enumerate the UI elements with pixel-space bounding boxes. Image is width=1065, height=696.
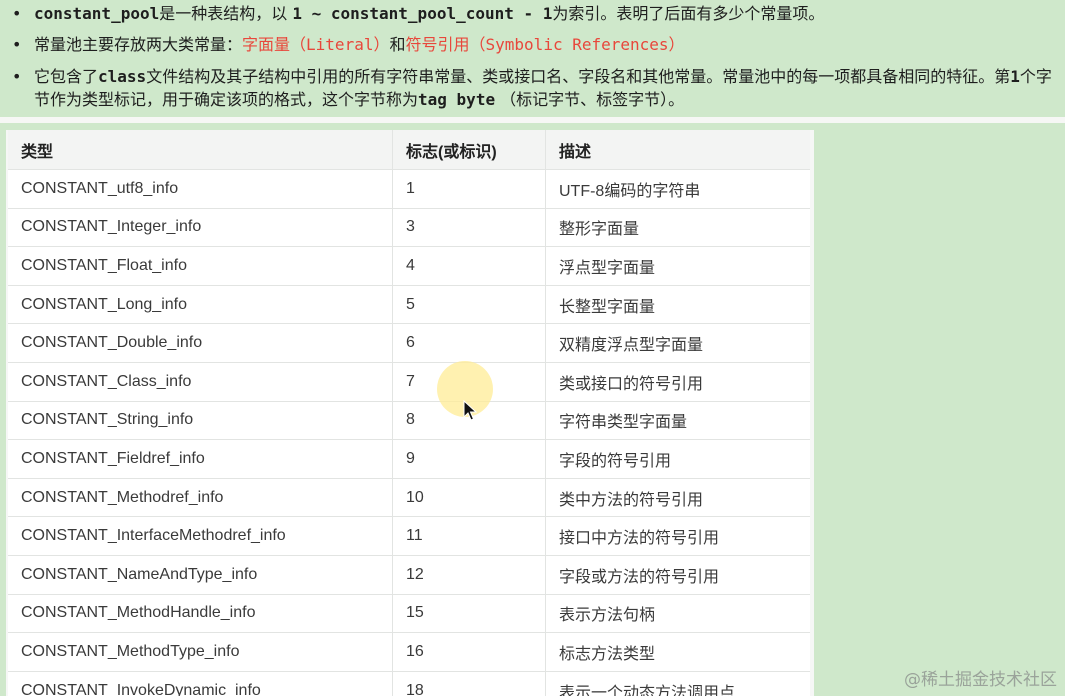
note-2-part: ） — [668, 35, 685, 54]
mouse-pointer-icon — [463, 399, 478, 426]
note-2-part: 和 — [389, 35, 406, 54]
cell-description: 表示方法句柄 — [545, 594, 810, 634]
table-row: CONSTANT_Methodref_info 10 类中方法的符号引用 — [8, 478, 810, 518]
cell-description: 浮点型字面量 — [545, 246, 810, 286]
notes-section: • constant_pool是一种表结构，以 1 ~ constant_poo… — [0, 0, 1065, 116]
constant-table-container: 类型 标志(或标识) 描述 CONSTANT_utf8_info 1 UTF-8编码… — [6, 130, 814, 696]
note-3-part: （标记字节、标签字节）。 — [495, 90, 685, 109]
bullet-icon: • — [12, 67, 22, 86]
note-1-part: 1 ~ constant_pool_count - 1 — [292, 4, 553, 23]
table-header-row: 类型 标志(或标识) 描述 — [8, 130, 810, 170]
bullet-icon: • — [12, 35, 22, 54]
cell-description: 字段的符号引用 — [545, 439, 810, 479]
cell-tag: 15 — [392, 594, 546, 634]
cell-type: CONSTANT_Methodref_info — [8, 478, 393, 518]
cell-type: CONSTANT_MethodHandle_info — [8, 594, 393, 634]
cell-tag: 10 — [392, 478, 546, 518]
cell-type: CONSTANT_NameAndType_info — [8, 555, 393, 595]
cell-description: 整形字面量 — [545, 208, 810, 248]
note-2-part: 字面量（ — [242, 35, 307, 54]
cell-tag: 18 — [392, 671, 546, 696]
cell-description: UTF-8编码的字符串 — [545, 169, 810, 209]
cell-type: CONSTANT_utf8_info — [8, 169, 393, 209]
cell-description: 接口中方法的符号引用 — [545, 516, 810, 556]
cell-tag: 12 — [392, 555, 546, 595]
note-1-part: 为索引。表明了后面有多少个常量项。 — [552, 4, 825, 23]
table-row: CONSTANT_InvokeDynamic_info 18 表示一个动态方法调用点 — [8, 671, 810, 696]
cell-type: CONSTANT_MethodType_info — [8, 632, 393, 672]
cell-tag: 9 — [392, 439, 546, 479]
cell-tag: 3 — [392, 208, 546, 248]
cell-description: 字段或方法的符号引用 — [545, 555, 810, 595]
cell-type: CONSTANT_String_info — [8, 401, 393, 441]
table-row: CONSTANT_Long_info 5 长整型字面量 — [8, 285, 810, 325]
table-row: CONSTANT_NameAndType_info 12 字段或方法的符号引用 — [8, 555, 810, 595]
divider — [0, 117, 1065, 123]
note-1-part: 是一种表结构，以 — [159, 4, 293, 23]
table-row: CONSTANT_Fieldref_info 9 字段的符号引用 — [8, 439, 810, 479]
table-row: CONSTANT_Integer_info 3 整形字面量 — [8, 208, 810, 248]
table-row: CONSTANT_utf8_info 1 UTF-8编码的字符串 — [8, 169, 810, 209]
bullet-icon: • — [12, 4, 22, 23]
cell-type: CONSTANT_InterfaceMethodref_info — [8, 516, 393, 556]
cell-description: 表示一个动态方法调用点 — [545, 671, 810, 696]
note-3-part: class — [98, 67, 147, 86]
note-3-part: 文件结构及其子结构中引用的所有字符串常量、类或接口名、字段名和其他常量。常量池中… — [146, 67, 1011, 86]
note-1: • constant_pool是一种表结构，以 1 ~ constant_poo… — [12, 2, 1059, 25]
note-3: • 它包含了class文件结构及其子结构中引用的所有字符串常量、类或接口名、字段… — [12, 65, 1059, 111]
constant-type-table: 类型 标志(或标识) 描述 CONSTANT_utf8_info 1 UTF-8编码… — [8, 130, 810, 696]
note-2-part: 常量池主要存放两大类常量： — [34, 35, 243, 54]
cell-type: CONSTANT_Fieldref_info — [8, 439, 393, 479]
header-description: 描述 — [545, 130, 810, 170]
note-2-part: Literal — [306, 35, 374, 54]
table-row: CONSTANT_InterfaceMethodref_info 11 接口中方法的… — [8, 516, 810, 556]
table-row: CONSTANT_Double_info 6 双精度浮点型字面量 — [8, 323, 810, 363]
note-2-part: 符号引用（ — [405, 35, 486, 54]
cell-type: CONSTANT_Class_info — [8, 362, 393, 402]
cell-tag: 16 — [392, 632, 546, 672]
cell-tag: 4 — [392, 246, 546, 286]
note-3-text: 它包含了class文件结构及其子结构中引用的所有字符串常量、类或接口名、字段名和… — [34, 65, 1059, 111]
note-2-part: Symbolic References — [485, 35, 669, 54]
cell-type: CONSTANT_Float_info — [8, 246, 393, 286]
watermark: @稀土掘金技术社区 — [904, 670, 1057, 690]
cell-description: 类或接口的符号引用 — [545, 362, 810, 402]
note-2-part: ） — [373, 35, 390, 54]
note-1-part: constant_pool — [34, 4, 160, 23]
note-3-part: 它包含了 — [34, 67, 99, 86]
header-tag: 标志(或标识) — [392, 130, 546, 170]
cell-type: CONSTANT_Double_info — [8, 323, 393, 363]
table-row: CONSTANT_MethodHandle_info 15 表示方法句柄 — [8, 594, 810, 634]
table-row: CONSTANT_String_info 8 字符串类型字面量 — [8, 401, 810, 441]
header-type: 类型 — [8, 130, 393, 170]
cell-description: 类中方法的符号引用 — [545, 478, 810, 518]
table-row: CONSTANT_Class_info 7 类或接口的符号引用 — [8, 362, 810, 402]
cell-description: 双精度浮点型字面量 — [545, 323, 810, 363]
cell-type: CONSTANT_InvokeDynamic_info — [8, 671, 393, 696]
cell-tag: 1 — [392, 169, 546, 209]
note-2: • 常量池主要存放两大类常量：字面量（Literal）和符号引用（Symboli… — [12, 33, 1059, 56]
note-3-part: tag byte — [418, 90, 496, 109]
note-1-text: constant_pool是一种表结构，以 1 ~ constant_pool_… — [34, 2, 1059, 25]
cell-description: 长整型字面量 — [545, 285, 810, 325]
cell-tag: 5 — [392, 285, 546, 325]
cell-description: 字符串类型字面量 — [545, 401, 810, 441]
cell-tag: 11 — [392, 516, 546, 556]
cell-description: 标志方法类型 — [545, 632, 810, 672]
cell-type: CONSTANT_Integer_info — [8, 208, 393, 248]
note-2-text: 常量池主要存放两大类常量：字面量（Literal）和符号引用（Symbolic … — [34, 33, 1059, 56]
table-row: CONSTANT_Float_info 4 浮点型字面量 — [8, 246, 810, 286]
cell-type: CONSTANT_Long_info — [8, 285, 393, 325]
cell-tag: 6 — [392, 323, 546, 363]
note-3-part: 1 — [1010, 67, 1020, 86]
table-row: CONSTANT_MethodType_info 16 标志方法类型 — [8, 632, 810, 672]
